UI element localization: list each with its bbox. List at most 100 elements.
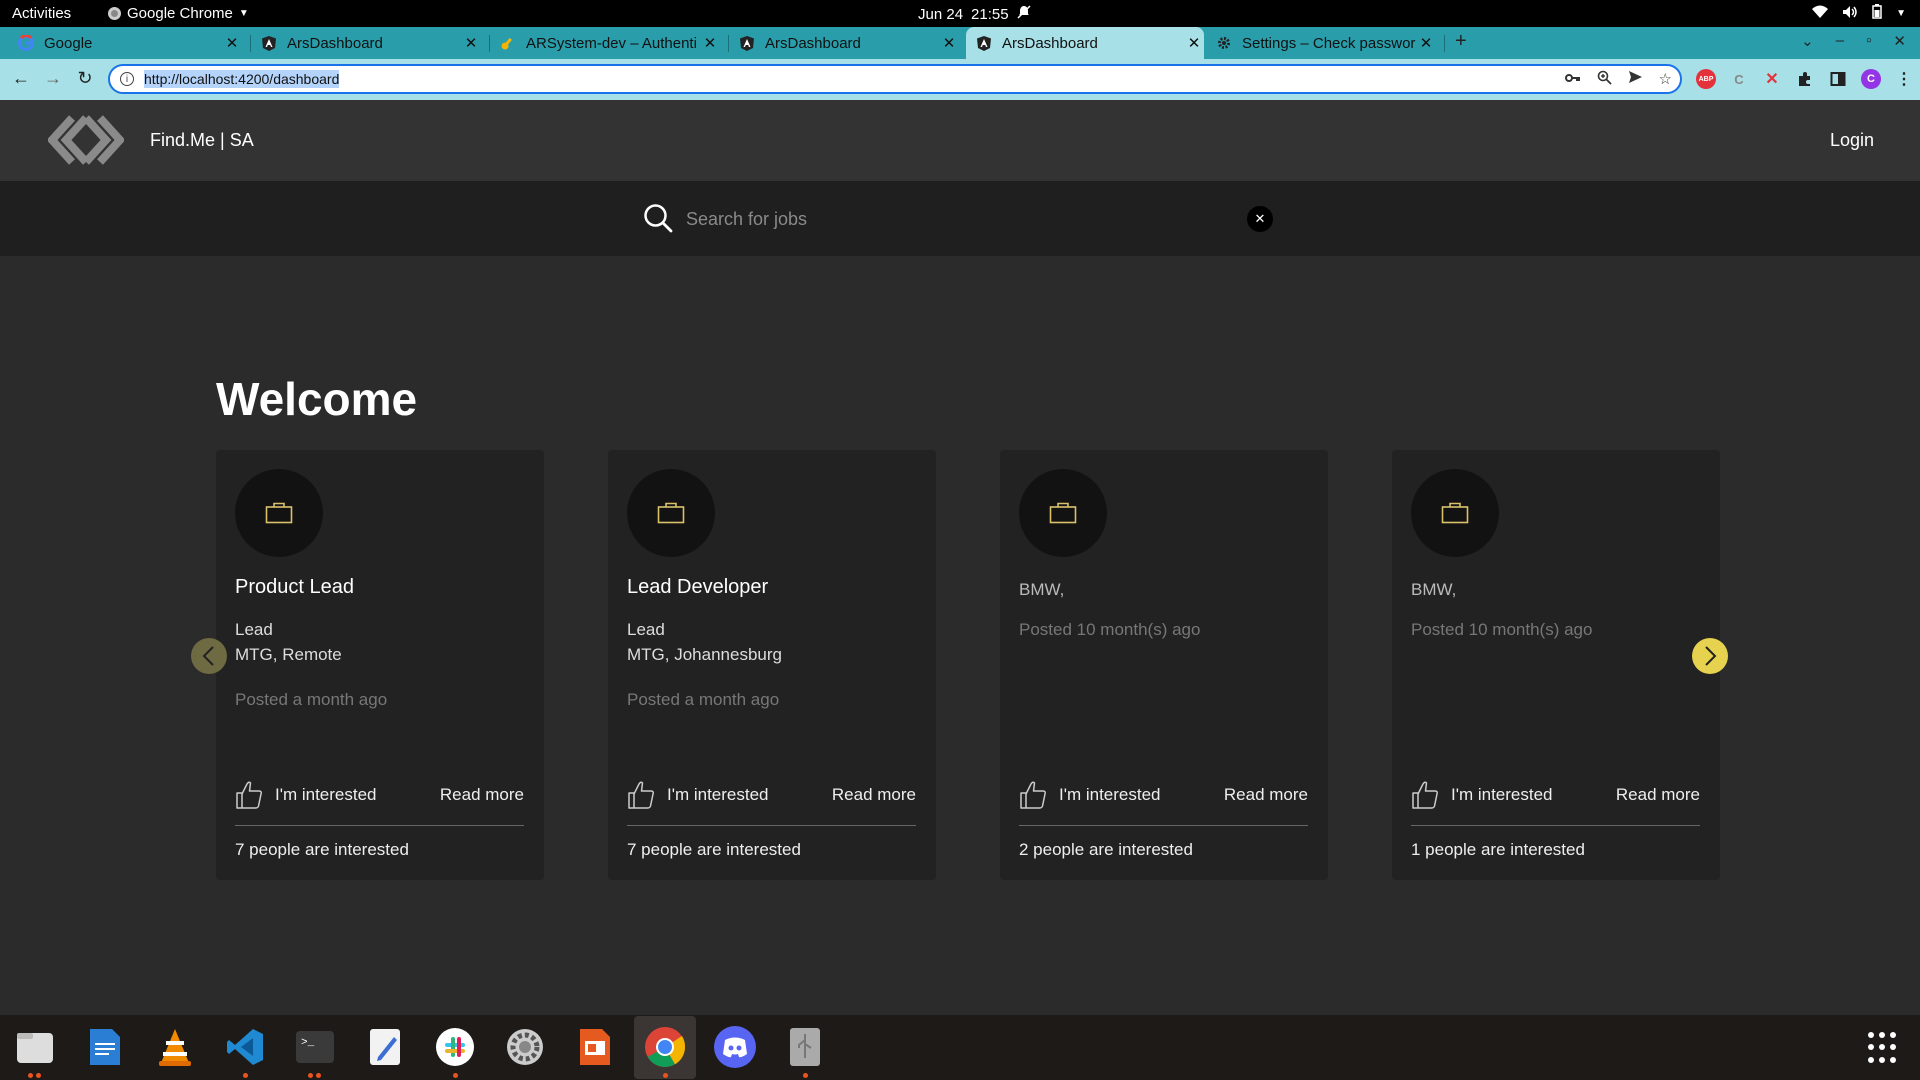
app-menu[interactable]: Google Chrome ▼	[108, 5, 249, 22]
close-tab-icon[interactable]: ✕	[1416, 34, 1436, 52]
url-text[interactable]: http://localhost:4200/dashboard	[144, 70, 340, 88]
interested-button[interactable]: I'm interested	[235, 780, 377, 810]
site-logo-icon[interactable]	[48, 112, 124, 168]
interested-count: 2 people are interested	[1019, 840, 1193, 859]
tab-search-icon[interactable]: ⌄	[1801, 32, 1814, 50]
read-more-link[interactable]: Read more	[832, 785, 916, 805]
reload-icon[interactable]: ↻	[74, 68, 96, 89]
settings-icon[interactable]	[503, 1025, 547, 1069]
divider	[1019, 825, 1308, 826]
system-top-bar: Activities Google Chrome ▼ Jun 24 21:55 …	[0, 0, 1920, 27]
job-card[interactable]: BMW, Posted 10 month(s) ago I'm interest…	[1000, 450, 1328, 880]
back-icon[interactable]: ←	[10, 68, 32, 89]
adblock-icon[interactable]: ABP	[1696, 69, 1716, 89]
tab-arsdashboard-active[interactable]: ArsDashboard ✕	[966, 27, 1204, 59]
job-card[interactable]: Lead Developer Lead MTG, Johannesburg Po…	[608, 450, 936, 880]
caret-down-icon: ▼	[238, 8, 249, 19]
activities-button[interactable]: Activities	[12, 5, 71, 22]
impress-icon[interactable]	[573, 1025, 617, 1069]
close-tab-icon[interactable]: ✕	[700, 34, 720, 52]
job-posted: Posted 10 month(s) ago	[1019, 620, 1201, 639]
carousel-prev-button[interactable]	[191, 638, 227, 674]
minimize-icon[interactable]: –	[1836, 32, 1844, 50]
bookmark-star-icon[interactable]: ☆	[1659, 70, 1672, 89]
maximize-icon[interactable]: ▫	[1866, 32, 1871, 50]
login-link[interactable]: Login	[1830, 130, 1874, 151]
read-more-link[interactable]: Read more	[440, 785, 524, 805]
interested-label: I'm interested	[275, 785, 377, 804]
new-tab-button[interactable]: +	[1455, 30, 1467, 53]
interested-button[interactable]: I'm interested	[1019, 780, 1161, 810]
read-more-link[interactable]: Read more	[1224, 785, 1308, 805]
chevron-right-icon	[1705, 646, 1717, 666]
job-card[interactable]: BMW, Posted 10 month(s) ago I'm interest…	[1392, 450, 1720, 880]
vlc-icon[interactable]	[153, 1025, 197, 1069]
app-menu-label: Google Chrome	[127, 5, 233, 22]
files-icon[interactable]	[13, 1025, 57, 1069]
briefcase-icon	[1049, 502, 1077, 524]
extension-x-icon[interactable]: ✕	[1762, 69, 1782, 89]
profile-avatar[interactable]: C	[1861, 69, 1881, 89]
key-icon	[500, 35, 516, 51]
interested-count: 1 people are interested	[1411, 840, 1585, 859]
site-info-icon[interactable]: i	[120, 72, 134, 86]
job-title[interactable]: BMW,	[1411, 580, 1456, 600]
read-more-link[interactable]: Read more	[1616, 785, 1700, 805]
tab-title: ArsDashboard	[765, 34, 861, 52]
side-panel-icon[interactable]	[1828, 69, 1848, 89]
vscode-icon[interactable]	[223, 1025, 267, 1069]
search-input[interactable]	[686, 205, 1226, 233]
extension-c-icon[interactable]: C	[1729, 69, 1749, 89]
job-title[interactable]: Product Lead	[235, 576, 354, 599]
close-window-icon[interactable]: ✕	[1893, 32, 1906, 50]
job-card[interactable]: Product Lead Lead MTG, Remote Posted a m…	[216, 450, 544, 880]
tab-google[interactable]: Google ✕	[8, 27, 242, 59]
carousel-next-button[interactable]	[1692, 638, 1728, 674]
forward-icon[interactable]: →	[42, 68, 64, 89]
divider	[235, 825, 524, 826]
job-location: MTG, Remote	[235, 645, 342, 664]
terminal-icon[interactable]: >_	[293, 1025, 337, 1069]
discord-icon[interactable]	[713, 1025, 757, 1069]
tab-arsystem-dev[interactable]: ARSystem-dev – Authenti ✕	[490, 27, 720, 59]
extensions-puzzle-icon[interactable]	[1795, 69, 1815, 89]
tab-title: ARSystem-dev – Authenti	[526, 34, 697, 52]
close-tab-icon[interactable]: ✕	[1184, 34, 1204, 52]
job-search-bar: ✕	[0, 181, 1920, 256]
angular-icon	[976, 35, 992, 51]
job-title[interactable]: Lead Developer	[627, 576, 768, 599]
zoom-icon[interactable]	[1597, 70, 1612, 89]
system-menu-caret-icon: ▼	[1896, 8, 1906, 19]
tab-settings[interactable]: Settings – Check passwor ✕	[1206, 27, 1436, 59]
brand-name[interactable]: Find.Me | SA	[150, 130, 254, 151]
tab-arsdashboard-2[interactable]: ArsDashboard ✕	[729, 27, 959, 59]
chrome-icon[interactable]	[643, 1025, 687, 1069]
interested-button[interactable]: I'm interested	[627, 780, 769, 810]
usb-icon[interactable]	[783, 1025, 827, 1069]
tab-arsdashboard-1[interactable]: ArsDashboard ✕	[251, 27, 481, 59]
browser-tab-strip: Google ✕ ArsDashboard ✕ ARSystem-dev – A…	[0, 27, 1920, 59]
extensions-area: ABP C ✕ C ⋮	[1696, 69, 1914, 89]
thumbs-up-icon	[236, 781, 262, 809]
address-bar[interactable]: i http://localhost:4200/dashboard ☆	[108, 64, 1682, 94]
close-tab-icon[interactable]: ✕	[461, 34, 481, 52]
slack-icon[interactable]	[433, 1025, 477, 1069]
clock[interactable]: Jun 24 21:55	[918, 5, 1031, 23]
divider	[627, 825, 916, 826]
system-tray[interactable]: ▼	[1812, 4, 1906, 23]
close-tab-icon[interactable]: ✕	[222, 34, 242, 52]
password-key-icon[interactable]	[1564, 70, 1581, 89]
text-editor-icon[interactable]	[363, 1025, 407, 1069]
interested-button[interactable]: I'm interested	[1411, 780, 1553, 810]
job-title[interactable]: BMW,	[1019, 580, 1064, 600]
tab-title: ArsDashboard	[287, 34, 383, 52]
show-apps-grid-icon[interactable]	[1868, 1032, 1900, 1064]
chrome-menu-icon[interactable]: ⋮	[1894, 69, 1914, 89]
job-icon-badge	[1019, 469, 1107, 557]
notifications-muted-icon	[1017, 5, 1031, 23]
send-icon[interactable]	[1628, 70, 1643, 89]
web-page: Find.Me | SA Login ✕ Welcome Product Lea…	[0, 100, 1920, 1015]
writer-icon[interactable]	[83, 1025, 127, 1069]
clear-search-button[interactable]: ✕	[1247, 206, 1273, 232]
close-tab-icon[interactable]: ✕	[939, 34, 959, 52]
